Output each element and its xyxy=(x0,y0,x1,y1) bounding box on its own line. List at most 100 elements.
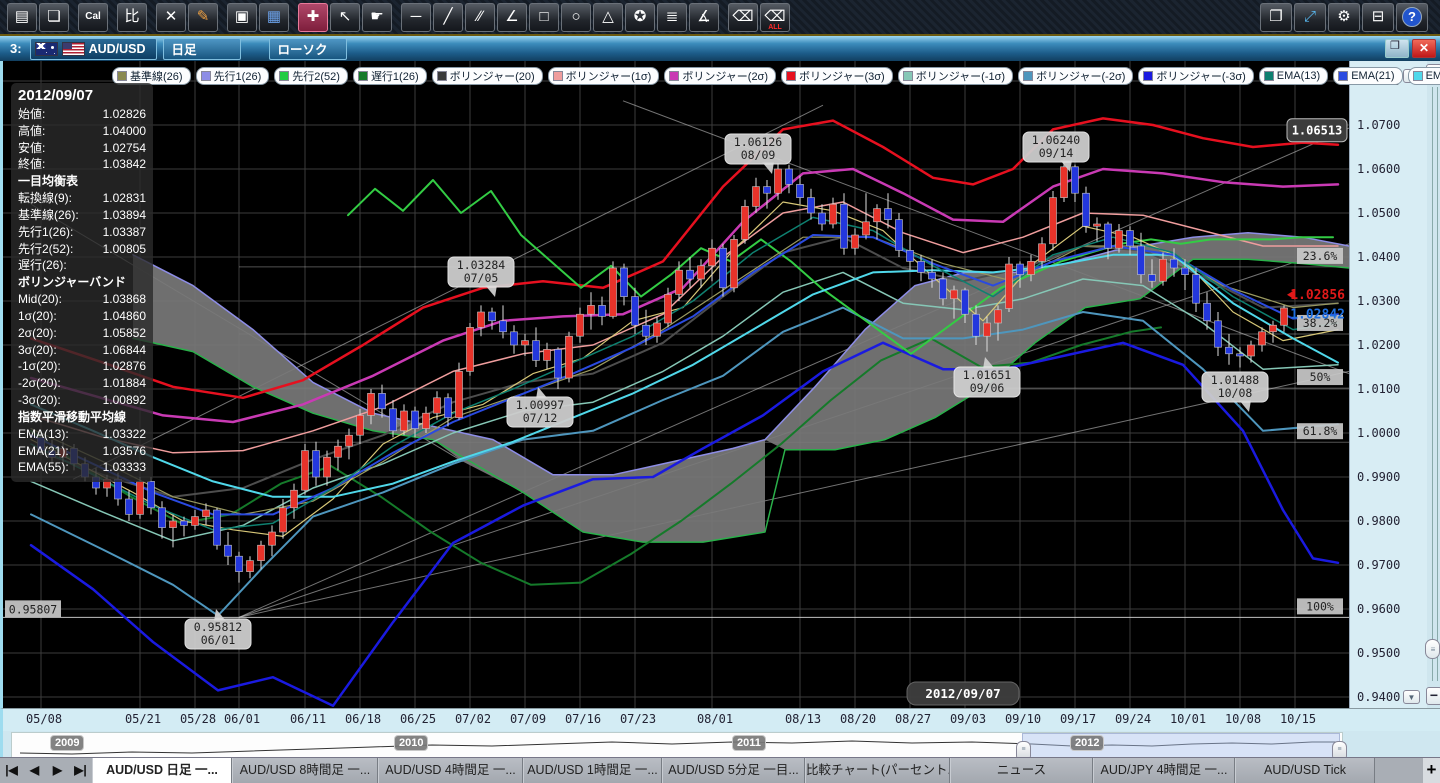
windows-icon[interactable]: ❐ xyxy=(1260,3,1292,32)
legend-ボリンジャー(2σ)[interactable]: ボリンジャー(2σ) xyxy=(664,67,776,85)
hline-draw-icon[interactable]: ─ xyxy=(401,3,431,32)
fib-label: 23.6% xyxy=(1297,248,1343,264)
triangle-draw-icon[interactable]: △ xyxy=(593,3,623,32)
legend-EMA(13)[interactable]: EMA(13) xyxy=(1259,67,1328,85)
new-chart-icon[interactable]: ❏ xyxy=(39,3,69,32)
tab-AUD/USD 8時間足 一...[interactable]: AUD/USD 8時間足 一... xyxy=(232,758,378,783)
account-list-icon[interactable]: ▤ xyxy=(7,3,37,32)
expand-icon[interactable]: ⤢ xyxy=(1294,3,1326,32)
timeframe-dropdown[interactable]: 日足 xyxy=(163,38,241,60)
rectangle-draw-icon[interactable]: □ xyxy=(529,3,559,32)
svg-text:1.01488: 1.01488 xyxy=(1211,373,1260,387)
chart-type-label: ローソク xyxy=(278,39,328,58)
date-axis-label: 10/15 xyxy=(1280,712,1316,726)
legend-label: 基準線(26) xyxy=(130,68,183,84)
cursor-date-tooltip: 2012/09/07 xyxy=(907,682,1019,705)
price-axis[interactable]: 1.08001.07001.06001.05001.04001.03001.02… xyxy=(1349,61,1428,708)
legend-swatch xyxy=(903,71,913,81)
legend-遅行1(26)[interactable]: 遅行1(26) xyxy=(353,67,427,85)
tab-nav-arrow-2[interactable]: ▶ xyxy=(46,758,69,783)
tab-AUD/USD 日足 一...[interactable]: AUD/USD 日足 一... xyxy=(92,758,232,783)
tab-nav-arrow-0[interactable]: |◀ xyxy=(0,758,23,783)
chart-canvas[interactable]: 1.0612608/091.0624009/141.0328407/051.00… xyxy=(3,61,1349,708)
price-scrollbar-handle[interactable]: ≡ xyxy=(1425,639,1440,659)
fibonacci-draw-icon[interactable]: ≣ xyxy=(657,3,687,32)
save-icon[interactable]: ▦ xyxy=(259,3,289,32)
legend-先行1(26)[interactable]: 先行1(26) xyxy=(196,67,270,85)
add-tab-button[interactable]: + xyxy=(1423,758,1440,783)
tab-AUD/USD 4時間足 一...[interactable]: AUD/USD 4時間足 一... xyxy=(378,758,523,783)
legend-swatch xyxy=(1264,71,1274,81)
navigator-strip[interactable]: ≡≡2009201020112012 xyxy=(11,732,1343,758)
tab-AUD/JPY 4時間足 一...[interactable]: AUD/JPY 4時間足 一... xyxy=(1093,758,1235,783)
legend-ボリンジャー(-2σ)[interactable]: ボリンジャー(-2σ) xyxy=(1018,67,1133,85)
pencil-icon[interactable]: ✎ xyxy=(188,3,218,32)
legend-ボリンジャー(20)[interactable]: ボリンジャー(20) xyxy=(432,67,543,85)
info-row: 始値:1.02826 xyxy=(18,106,146,123)
print-icon[interactable]: ⊟ xyxy=(1362,3,1394,32)
tab-比較チャート(パーセント...[interactable]: 比較チャート(パーセント... xyxy=(805,758,950,783)
fan-draw-icon[interactable]: ∡ xyxy=(689,3,719,32)
chart-tab-bar: |◀◀▶▶|AUD/USD 日足 一...AUD/USD 8時間足 一...AU… xyxy=(0,757,1440,783)
legend-ボリンジャー(-3σ)[interactable]: ボリンジャー(-3σ) xyxy=(1138,67,1253,85)
tab-AUD/USD 1時間足 一...[interactable]: AUD/USD 1時間足 一... xyxy=(523,758,662,783)
legend-label: ボリンジャー(-2σ) xyxy=(1036,68,1125,84)
chart-settings-icon[interactable]: ▣ xyxy=(227,3,257,32)
fib-label: 61.8% xyxy=(1297,423,1343,439)
info-row: 安値:1.02754 xyxy=(18,140,146,157)
zoom-out-button[interactable]: − xyxy=(1426,687,1440,705)
main-toolbar: ▤❏ Cal 比 ✕✎ ▣▦ ✚↖☛ ─╱∕∕∠□○△✪≣∡ ⌫⌫ALL ❐⤢⚙⊟? xyxy=(0,0,1440,36)
ask-price: 1.02856 xyxy=(1290,288,1345,303)
svg-text:0.95812: 0.95812 xyxy=(194,620,242,634)
legend-EMA(55)[interactable]: EMA(55) xyxy=(1408,67,1440,85)
gann-draw-icon[interactable]: ✪ xyxy=(625,3,655,32)
legend-label: ボリンジャー(3σ) xyxy=(799,68,885,84)
trendline-draw-icon[interactable]: ╱ xyxy=(433,3,463,32)
legend-ボリンジャー(3σ)[interactable]: ボリンジャー(3σ) xyxy=(781,67,893,85)
history-navigator[interactable]: ≡≡2009201020112012 xyxy=(0,731,1440,757)
legend-ボリンジャー(-1σ)[interactable]: ボリンジャー(-1σ) xyxy=(898,67,1013,85)
tab-nav-arrow-3[interactable]: ▶| xyxy=(69,758,92,783)
restore-window-button[interactable] xyxy=(1385,39,1409,58)
info-row: -1σ(20):1.02876 xyxy=(18,358,146,375)
eraser-icon[interactable]: ⌫ xyxy=(728,3,758,32)
help-icon[interactable]: ? xyxy=(1396,3,1428,32)
info-row: 2σ(20):1.05852 xyxy=(18,325,146,342)
parallel-line-draw-icon[interactable]: ∕∕ xyxy=(465,3,495,32)
price-scroll-strip[interactable] xyxy=(1427,61,1440,708)
symbol-selector[interactable]: AUD/USD xyxy=(30,38,157,60)
date-axis-label: 10/01 xyxy=(1170,712,1206,726)
legend-swatch xyxy=(669,71,679,81)
calendar-icon[interactable]: Cal xyxy=(78,3,108,32)
legend-先行2(52)[interactable]: 先行2(52) xyxy=(274,67,348,85)
svg-text:1.03284: 1.03284 xyxy=(457,258,506,272)
tab-nav-arrow-1[interactable]: ◀ xyxy=(23,758,46,783)
tab-AUD/USD 5分足 一目...[interactable]: AUD/USD 5分足 一目... xyxy=(662,758,805,783)
legend-label: EMA(13) xyxy=(1277,70,1320,82)
cursor-icon[interactable]: ↖ xyxy=(330,3,360,32)
angle-draw-icon[interactable]: ∠ xyxy=(497,3,527,32)
close-window-button[interactable]: ✕ xyxy=(1412,39,1436,58)
compare-icon[interactable]: 比 xyxy=(117,3,147,32)
crosshair-icon[interactable]: ✚ xyxy=(298,3,328,32)
ellipse-draw-icon[interactable]: ○ xyxy=(561,3,591,32)
svg-text:1.06513: 1.06513 xyxy=(1292,124,1343,138)
baseline-price-label: 0.95807 xyxy=(5,600,61,617)
info-row: 遅行(26): xyxy=(18,257,146,274)
tab-AUD/USD Tick[interactable]: AUD/USD Tick xyxy=(1235,758,1375,783)
hand-icon[interactable]: ☛ xyxy=(362,3,392,32)
price-flag: 1.06513 xyxy=(1287,119,1347,142)
price-axis-label: 0.9400 xyxy=(1357,690,1400,704)
eraser-all-icon[interactable]: ⌫ALL xyxy=(760,3,790,32)
legend-ボリンジャー(1σ)[interactable]: ボリンジャー(1σ) xyxy=(548,67,660,85)
scroll-down-button[interactable]: ▼ xyxy=(1403,690,1420,704)
tab-ニュース[interactable]: ニュース xyxy=(950,758,1093,783)
chart-area[interactable]: 1.0612608/091.0624009/141.0328407/051.00… xyxy=(0,61,1440,708)
object-select-icon[interactable]: ✕ xyxy=(156,3,186,32)
price-axis-label: 1.0100 xyxy=(1357,382,1400,396)
chart-type-dropdown[interactable]: ローソク xyxy=(269,38,347,60)
legend-EMA(21)[interactable]: EMA(21) xyxy=(1333,67,1402,85)
gear-icon[interactable]: ⚙ xyxy=(1328,3,1360,32)
price-scrollbar-track[interactable] xyxy=(1432,87,1438,681)
price-axis-label: 1.0500 xyxy=(1357,206,1400,220)
